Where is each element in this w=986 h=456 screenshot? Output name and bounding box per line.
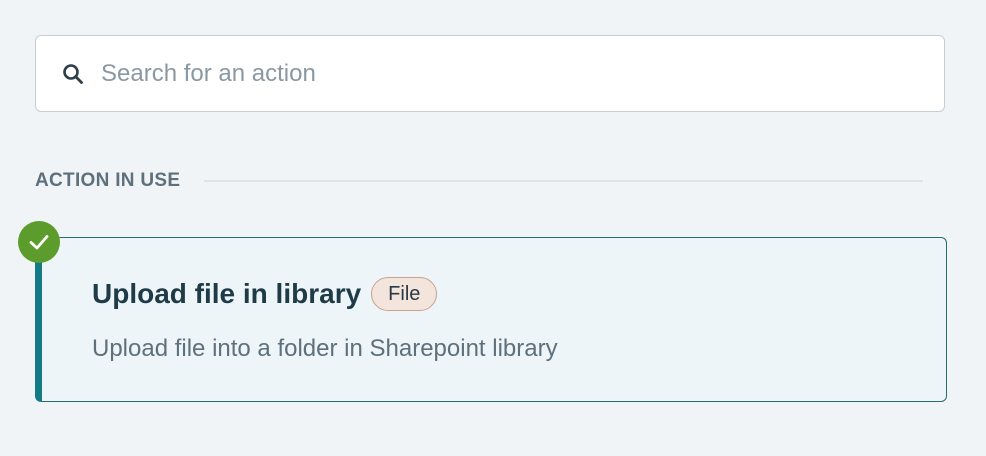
action-title: Upload file in library [92,278,362,309]
action-card[interactable]: Upload file in library File Upload file … [35,237,947,402]
action-description: Upload file into a folder in Sharepoint … [92,335,558,362]
section-title: ACTION IN USE [35,170,181,191]
search-input[interactable] [101,59,861,88]
search-icon [61,62,85,86]
section-divider [204,180,923,182]
action-tag: File [371,277,438,311]
section-header: ACTION IN USE [35,168,923,194]
search-box[interactable] [35,35,945,112]
checkmark-icon [18,221,60,263]
action-title-row: Upload file in library File [92,277,438,311]
